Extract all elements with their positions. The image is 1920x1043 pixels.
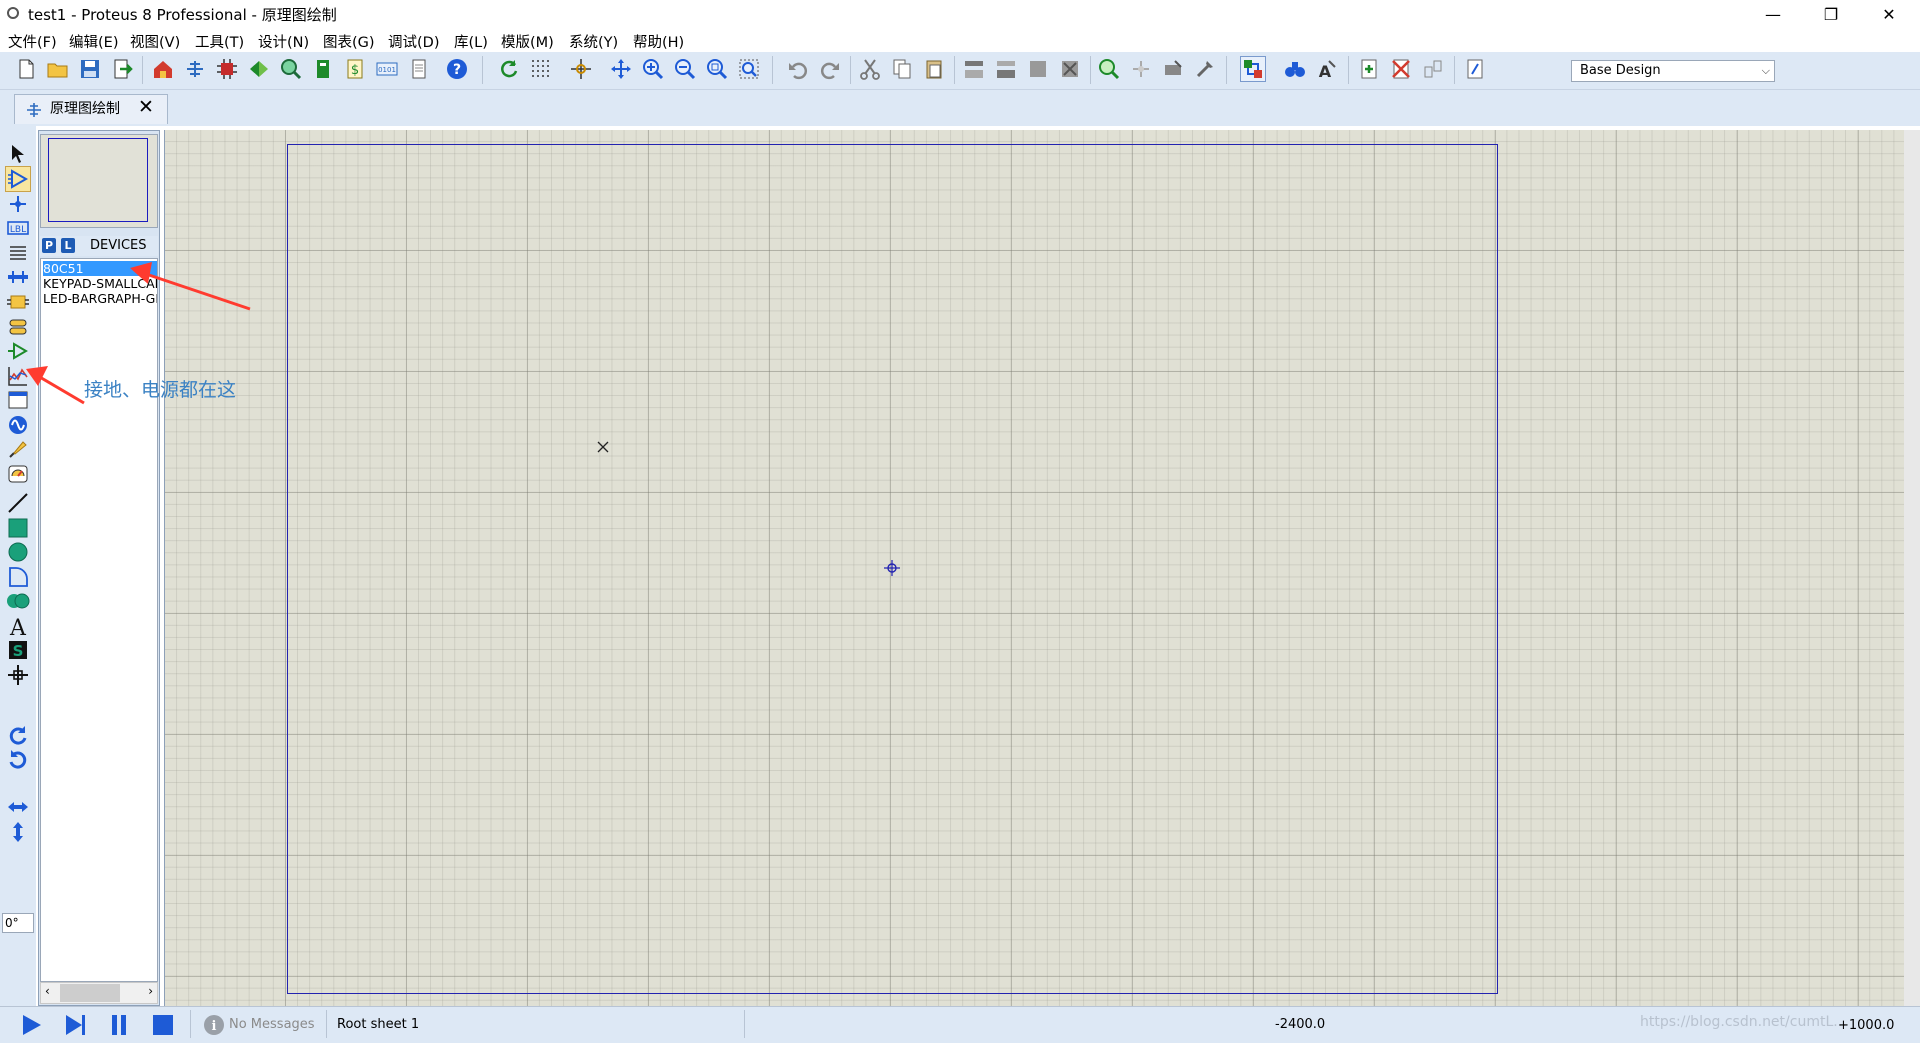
annotation-arrows <box>26 262 251 405</box>
svg-text:i: i <box>212 1019 217 1034</box>
stop-icon[interactable] <box>150 1013 176 1037</box>
coordinate-y: +1000.0 <box>1838 1018 1895 1033</box>
step-icon[interactable] <box>62 1013 88 1037</box>
pause-icon[interactable] <box>106 1013 132 1037</box>
play-icon[interactable] <box>18 1013 44 1037</box>
coordinate-x: -2400.0 <box>1275 1017 1326 1032</box>
watermark: https://blog.csdn.net/cumtL... <box>1640 1014 1847 1030</box>
messages-status[interactable]: No Messages <box>229 1017 315 1032</box>
current-sheet-status: Root sheet 1 <box>337 1017 420 1032</box>
annotation-text: 接地、电源都在这 <box>84 379 237 401</box>
info-icon[interactable]: i <box>202 1014 226 1036</box>
